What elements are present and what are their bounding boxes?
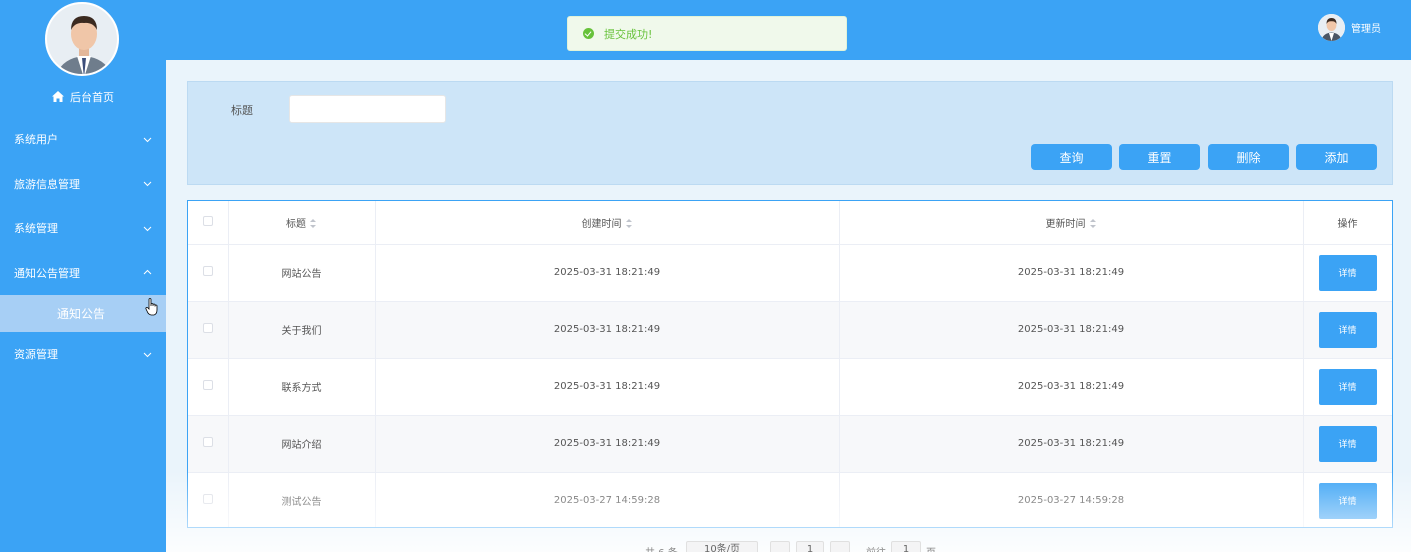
cell-created: 2025-03-31 18:21:49	[375, 358, 840, 416]
column-title[interactable]: 标题	[228, 201, 376, 245]
sidebar-item-system-users[interactable]: 系统用户	[0, 117, 166, 162]
column-created-label: 创建时间	[581, 218, 622, 230]
detail-button[interactable]: 详情	[1318, 254, 1377, 291]
cell-created: 2025-03-31 18:21:49	[375, 301, 840, 359]
goto-page-input[interactable]: 1	[891, 541, 921, 552]
column-title-label: 标题	[286, 218, 306, 230]
notice-table: 标题 创建时间 更新时间 操作 网站公告 2025-03-31 18:21:49…	[187, 200, 1393, 528]
add-button[interactable]: 添加	[1296, 144, 1377, 170]
cell-created: 2025-03-31 18:21:49	[375, 244, 840, 302]
home-link[interactable]: 后台首页	[0, 89, 166, 105]
detail-button[interactable]: 详情	[1318, 368, 1377, 405]
sidebar-item-travel-info[interactable]: 旅游信息管理	[0, 162, 166, 207]
sidebar-item-label: 通知公告管理	[14, 266, 80, 280]
home-label: 后台首页	[70, 91, 114, 104]
column-created[interactable]: 创建时间	[375, 201, 840, 245]
sort-icon[interactable]	[625, 218, 633, 228]
sidebar-item-label: 系统用户	[14, 133, 58, 147]
select-all-checkbox[interactable]	[202, 215, 213, 226]
chevron-down-icon	[143, 137, 152, 142]
user-name: 管理员	[1351, 24, 1381, 35]
row-checkbox[interactable]	[202, 437, 213, 447]
column-updated-label: 更新时间	[1045, 218, 1086, 230]
query-button[interactable]: 查询	[1031, 144, 1112, 170]
cell-title: 测试公告	[228, 472, 376, 527]
cell-updated: 2025-03-31 18:21:49	[839, 415, 1304, 473]
sidebar-menu: 系统用户 旅游信息管理 系统管理 通知公告管理 通知公告 资源管理	[0, 117, 166, 377]
row-checkbox[interactable]	[202, 323, 213, 333]
avatar	[45, 2, 119, 76]
column-updated[interactable]: 更新时间	[839, 201, 1304, 245]
row-checkbox[interactable]	[202, 494, 213, 504]
delete-button[interactable]: 删除	[1208, 144, 1289, 170]
column-actions-label: 操作	[1337, 218, 1358, 230]
reset-button[interactable]: 重置	[1119, 144, 1200, 170]
search-panel: 标题 查询 重置 删除 添加	[187, 81, 1393, 185]
table-row: 网站介绍 2025-03-31 18:21:49 2025-03-31 18:2…	[188, 415, 1392, 473]
title-search-input[interactable]	[289, 95, 446, 123]
column-actions: 操作	[1303, 201, 1392, 245]
sidebar-item-notice-management[interactable]: 通知公告管理	[0, 251, 166, 296]
next-page-button[interactable]	[830, 541, 850, 552]
sidebar: 后台首页 系统用户 旅游信息管理 系统管理 通知公告管理 通知公告 资源管理	[0, 0, 166, 552]
user-menu[interactable]: 管理员	[1318, 14, 1381, 41]
sidebar-item-label: 旅游信息管理	[14, 177, 80, 191]
prev-page-button[interactable]	[770, 541, 790, 552]
table-header-row: 标题 创建时间 更新时间 操作	[188, 201, 1392, 245]
cell-updated: 2025-03-31 18:21:49	[839, 358, 1304, 416]
sidebar-subitem-notice[interactable]: 通知公告	[0, 295, 166, 332]
detail-button[interactable]: 详情	[1318, 311, 1377, 348]
table-row: 测试公告 2025-03-27 14:59:28 2025-03-27 14:5…	[188, 472, 1392, 527]
goto-suffix: 页	[926, 544, 936, 552]
page-number[interactable]: 1	[796, 541, 824, 552]
table-row: 关于我们 2025-03-31 18:21:49 2025-03-31 18:2…	[188, 301, 1392, 359]
title-label: 标题	[231, 104, 253, 117]
chevron-down-icon	[143, 352, 152, 357]
cell-updated: 2025-03-31 18:21:49	[839, 301, 1304, 359]
total-count: 共 6 条	[645, 544, 678, 552]
row-checkbox[interactable]	[202, 380, 213, 390]
cell-updated: 2025-03-31 18:21:49	[839, 244, 1304, 302]
chevron-down-icon	[143, 226, 152, 231]
sidebar-item-resource-management[interactable]: 资源管理	[0, 332, 166, 377]
sidebar-item-label: 系统管理	[14, 222, 58, 236]
hand-cursor-icon	[145, 298, 158, 316]
check-circle-icon	[583, 28, 594, 39]
table-row: 网站公告 2025-03-31 18:21:49 2025-03-31 18:2…	[188, 244, 1392, 302]
sidebar-item-system-management[interactable]: 系统管理	[0, 206, 166, 251]
chevron-up-icon	[143, 270, 152, 275]
cell-title: 网站介绍	[228, 415, 376, 473]
cell-created: 2025-03-31 18:21:49	[375, 415, 840, 473]
top-header: 提交成功! 管理员	[166, 0, 1411, 60]
cell-title: 联系方式	[228, 358, 376, 416]
sort-icon[interactable]	[310, 218, 317, 228]
detail-button[interactable]: 详情	[1318, 425, 1377, 462]
sidebar-item-label: 资源管理	[14, 348, 58, 362]
page-size-select[interactable]: 10条/页	[686, 541, 758, 552]
user-avatar	[1318, 14, 1345, 41]
cell-created: 2025-03-27 14:59:28	[375, 472, 840, 527]
select-all-cell[interactable]	[188, 201, 229, 245]
success-toast: 提交成功!	[567, 16, 847, 51]
goto-prefix: 前往	[866, 544, 886, 552]
pagination: 共 6 条 10条/页 1 前往 1 页	[0, 538, 1411, 552]
row-checkbox[interactable]	[202, 266, 213, 276]
sidebar-subitem-label: 通知公告	[56, 307, 105, 321]
detail-button[interactable]: 详情	[1318, 482, 1377, 519]
table-row: 联系方式 2025-03-31 18:21:49 2025-03-31 18:2…	[188, 358, 1392, 416]
cell-title: 关于我们	[228, 301, 376, 359]
home-icon	[52, 91, 64, 102]
toast-message: 提交成功!	[604, 27, 653, 41]
chevron-down-icon	[143, 181, 152, 187]
cell-updated: 2025-03-27 14:59:28	[839, 472, 1304, 527]
sort-icon[interactable]	[1089, 218, 1097, 228]
cell-title: 网站公告	[228, 244, 376, 302]
